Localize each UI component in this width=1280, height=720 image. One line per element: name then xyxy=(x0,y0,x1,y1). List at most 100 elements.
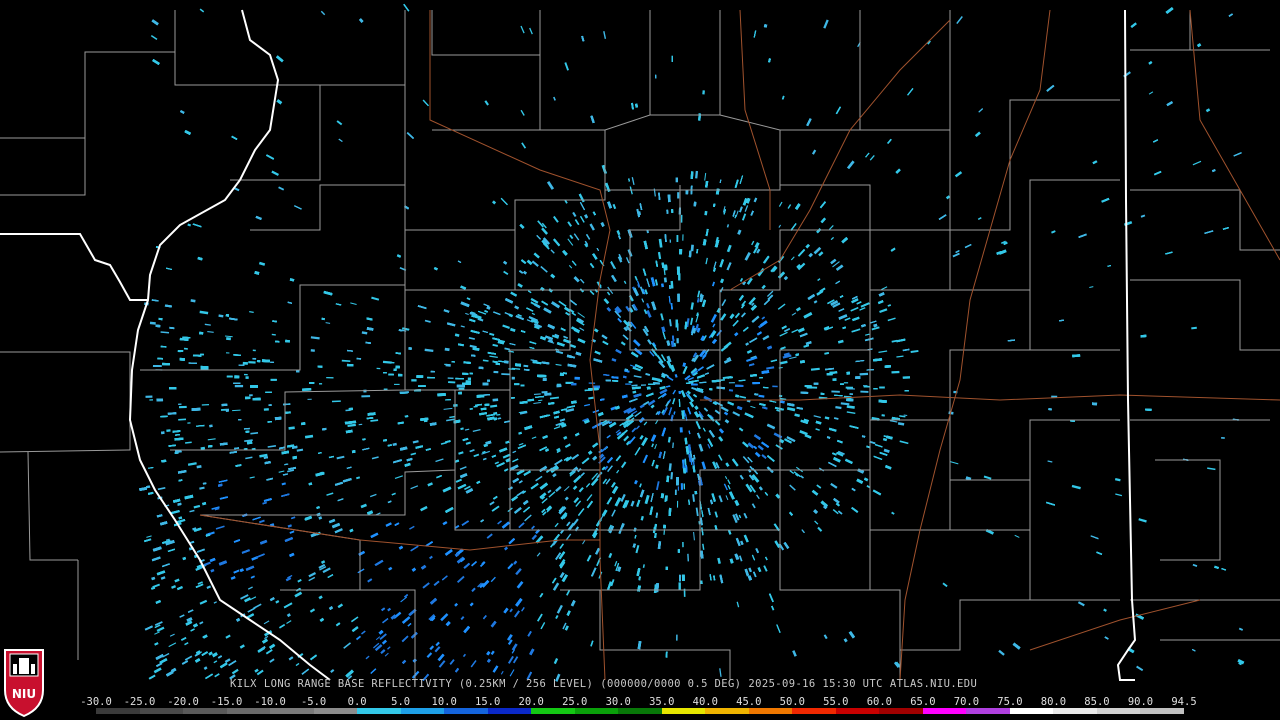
echo-speck xyxy=(584,403,591,407)
echo-speck xyxy=(1191,326,1197,330)
echo-speck xyxy=(146,535,152,538)
echo-speck xyxy=(668,319,672,327)
echo-speck xyxy=(553,425,561,430)
echo-speck xyxy=(160,331,170,334)
echo-speck xyxy=(454,602,459,607)
echo-speck xyxy=(723,411,729,416)
echo-speck xyxy=(589,223,595,231)
echo-speck xyxy=(264,635,269,640)
echo-speck xyxy=(269,658,275,663)
echo-speck xyxy=(744,251,751,261)
echo-speck xyxy=(512,656,519,664)
echo-speck xyxy=(1205,108,1211,113)
echo-speck xyxy=(566,589,571,596)
echo-speck xyxy=(697,290,701,298)
echo-speck xyxy=(818,251,824,257)
echo-speck xyxy=(320,10,326,16)
echo-speck xyxy=(828,224,834,230)
echo-speck xyxy=(783,352,790,357)
echo-speck xyxy=(716,329,723,337)
echo-speck xyxy=(384,652,389,657)
echo-speck xyxy=(484,100,489,106)
echo-speck xyxy=(744,205,749,212)
echo-speck xyxy=(616,230,621,236)
echo-speck xyxy=(1136,665,1144,672)
echo-speck xyxy=(813,300,818,304)
echo-speck xyxy=(603,31,607,39)
echo-speck xyxy=(881,286,888,291)
echo-speck xyxy=(846,411,856,414)
echo-speck xyxy=(660,283,665,288)
echo-speck xyxy=(444,347,450,352)
echo-speck xyxy=(507,655,514,664)
echo-speck xyxy=(489,355,498,358)
echo-speck xyxy=(1047,460,1053,463)
echo-speck xyxy=(779,331,788,337)
echo-speck xyxy=(552,473,557,478)
echo-speck xyxy=(690,244,694,252)
echo-speck xyxy=(818,396,828,400)
echo-speck xyxy=(721,299,727,307)
echo-speck xyxy=(491,200,497,205)
echo-speck xyxy=(244,597,252,603)
echo-speck xyxy=(347,423,356,428)
echo-speck xyxy=(850,306,859,312)
echo-speck xyxy=(737,229,742,235)
echo-speck xyxy=(778,366,783,369)
echo-speck xyxy=(751,240,755,246)
echo-speck xyxy=(443,407,453,410)
echo-speck xyxy=(887,317,896,322)
echo-speck xyxy=(496,413,501,416)
echo-speck xyxy=(336,455,345,460)
echo-speck xyxy=(462,653,467,658)
echo-speck xyxy=(667,436,671,443)
echo-speck xyxy=(224,335,233,338)
echo-speck xyxy=(508,486,514,491)
echo-speck xyxy=(751,503,756,509)
echo-speck xyxy=(247,586,253,590)
echo-speck xyxy=(655,419,659,425)
echo-speck xyxy=(179,614,185,618)
echo-speck xyxy=(489,501,495,506)
echo-speck xyxy=(400,596,408,603)
echo-speck xyxy=(360,503,367,509)
echo-speck xyxy=(552,582,560,591)
echo-speck xyxy=(620,461,627,469)
echo-speck xyxy=(746,357,754,362)
echo-speck xyxy=(654,279,659,286)
echo-speck xyxy=(214,673,220,678)
echo-speck xyxy=(287,469,295,473)
echo-speck xyxy=(504,347,510,351)
echo-speck xyxy=(799,430,808,436)
echo-speck xyxy=(642,400,650,406)
echo-speck xyxy=(837,339,844,344)
echo-speck xyxy=(814,520,819,525)
echo-speck xyxy=(466,297,471,301)
echo-speck xyxy=(832,509,839,515)
echo-speck xyxy=(486,533,493,539)
echo-speck xyxy=(616,469,620,474)
echo-speck xyxy=(883,448,890,454)
echo-speck xyxy=(718,454,723,461)
echo-speck xyxy=(795,306,802,312)
echo-speck xyxy=(199,486,205,490)
echo-speck xyxy=(269,523,275,527)
echo-speck xyxy=(786,406,796,412)
echo-speck xyxy=(330,668,335,673)
echo-speck xyxy=(458,451,464,455)
echo-speck xyxy=(410,452,417,456)
echo-speck xyxy=(603,298,610,305)
echo-speck xyxy=(240,594,249,600)
echo-speck xyxy=(897,422,905,426)
echo-speck xyxy=(563,486,570,492)
echo-speck xyxy=(1148,91,1154,95)
echo-speck xyxy=(196,465,202,469)
echo-speck xyxy=(533,401,541,405)
echo-speck xyxy=(727,479,731,485)
echo-speck xyxy=(660,313,664,321)
echo-speck xyxy=(213,660,218,664)
echo-speck xyxy=(654,444,657,450)
echo-speck xyxy=(521,142,527,149)
echo-speck xyxy=(800,475,805,479)
echo-speck xyxy=(454,524,460,529)
